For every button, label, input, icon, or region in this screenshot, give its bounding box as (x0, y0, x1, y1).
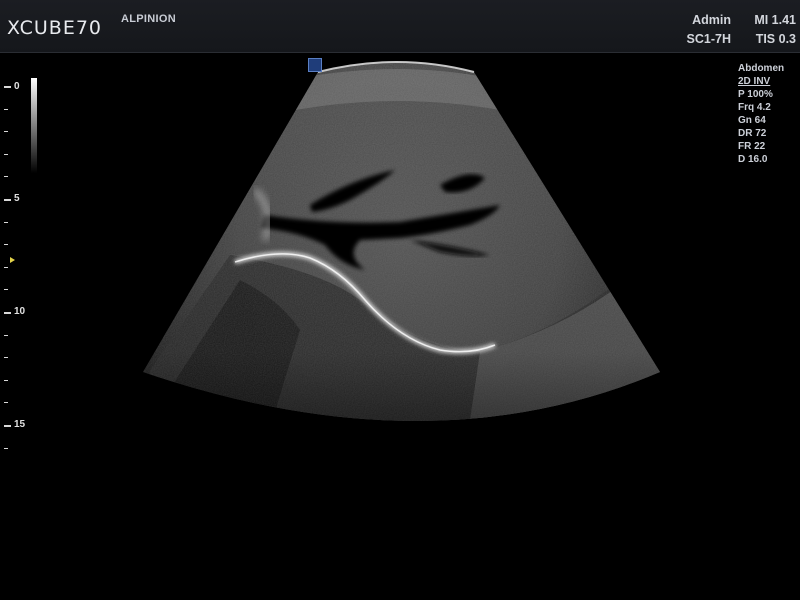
depth-tick (4, 221, 8, 223)
header-bar: XCUBE70 ALPINION Admin SC1-7H MI 1.41 TI… (0, 0, 800, 53)
frame-rate-value: FR 22 (738, 141, 766, 152)
preset-label: Abdomen (738, 63, 785, 74)
depth-tick (4, 244, 8, 246)
focus-marker-icon[interactable] (10, 257, 15, 263)
depth-tick (4, 447, 8, 449)
depth-tick (4, 312, 11, 314)
depth-tick (4, 425, 11, 427)
depth-tick (4, 402, 8, 404)
depth-tick (4, 176, 8, 178)
frequency-value: Frq 4.2 (738, 102, 771, 113)
product-logo: XCUBE70 (7, 17, 103, 39)
depth-tick (4, 86, 11, 88)
depth-tick (4, 334, 8, 336)
depth-tick (4, 108, 8, 110)
user-name: Admin (692, 13, 731, 27)
orientation-marker-icon (308, 58, 322, 72)
power-value: P 100% (738, 89, 773, 100)
depth-tick (4, 357, 8, 359)
depth-tick (4, 153, 8, 155)
imaging-parameters: Abdomen 2D INV P 100% Frq 4.2 Gn 64 DR 7… (738, 62, 784, 166)
depth-tick (4, 266, 8, 268)
depth-tick (4, 131, 8, 133)
depth-tick (4, 199, 11, 201)
mi-value: MI 1.41 (754, 13, 796, 27)
depth-label-0: 0 (14, 81, 20, 92)
hospital-name: ALPINION (121, 13, 176, 25)
depth-tick (4, 379, 8, 381)
acoustic-indices: MI 1.41 TIS 0.3 (754, 11, 796, 49)
gain-value: Gn 64 (738, 115, 766, 126)
user-probe-info: Admin SC1-7H (687, 11, 731, 49)
depth-label-10: 10 (14, 306, 26, 317)
depth-value: D 16.0 (738, 154, 768, 165)
mode-label[interactable]: 2D INV (738, 75, 784, 88)
tis-value: TIS 0.3 (755, 32, 796, 46)
ultrasound-image[interactable] (0, 52, 800, 600)
grayscale-bar (31, 78, 37, 173)
depth-tick (4, 289, 8, 291)
probe-name: SC1-7H (686, 32, 731, 46)
dynamic-range-value: DR 72 (738, 128, 767, 139)
depth-label-15: 15 (14, 419, 26, 430)
depth-label-5: 5 (14, 193, 20, 204)
